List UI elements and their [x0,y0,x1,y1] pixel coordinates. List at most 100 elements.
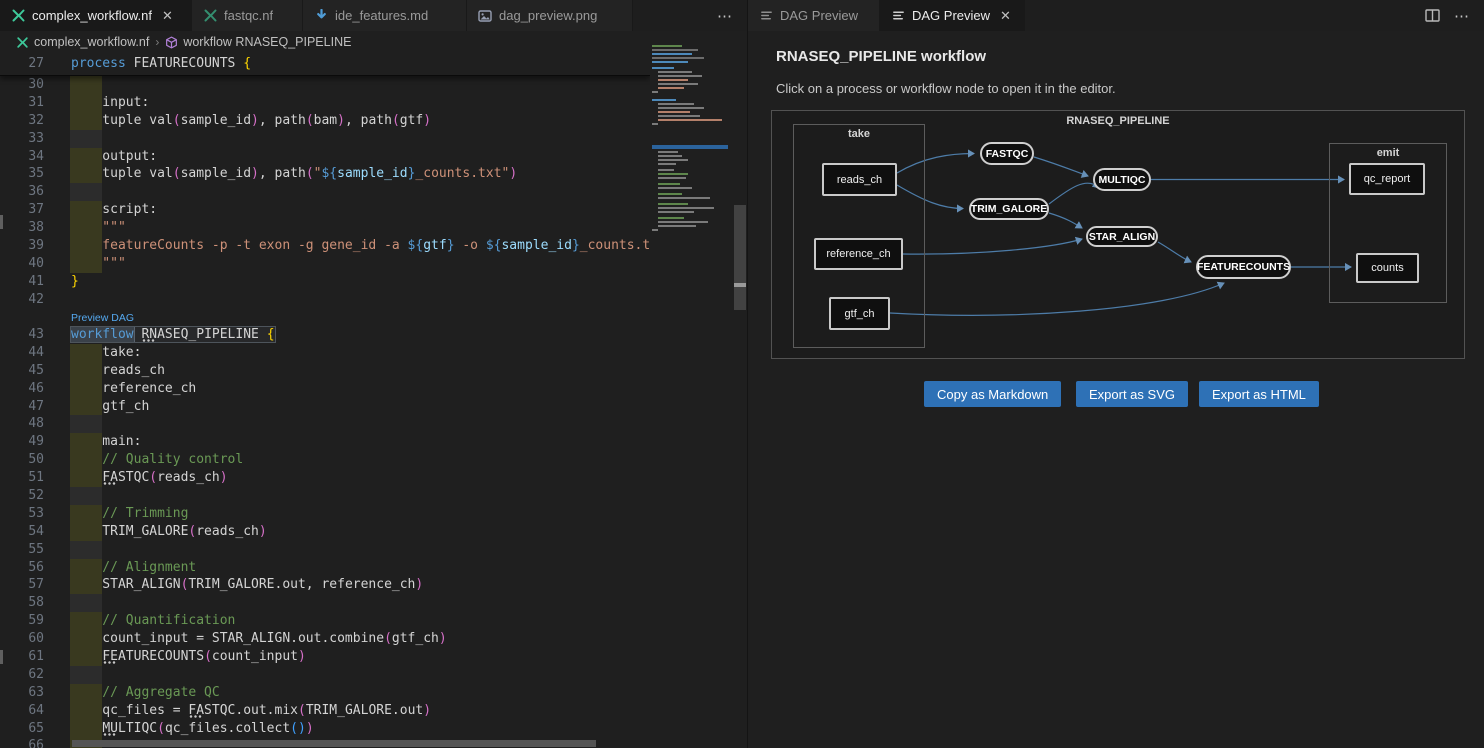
tab-label: DAG Preview [780,8,858,23]
code-line-40[interactable]: 40 """ [0,255,650,273]
code-line-51[interactable]: 51 FASTQC(reads_ch) [0,469,650,487]
code-line-27[interactable]: 27process FEATURECOUNTS { [0,53,650,75]
code-line-45[interactable]: 45 reads_ch [0,362,650,380]
node-trim-galore[interactable]: TRIM_GALORE [969,198,1049,220]
tab-fastqc[interactable]: fastqc.nf [192,0,303,31]
code-line-30[interactable]: 30 [0,76,650,94]
code-line-53[interactable]: 53 // Trimming [0,505,650,523]
indent-highlight [70,415,102,433]
indent-highlight [70,666,102,684]
line-number: 45 [0,362,44,380]
line-number: 31 [0,94,44,112]
node-star-align[interactable]: STAR_ALIGN [1086,226,1158,247]
code-line-61[interactable]: 61 FEATURECOUNTS(count_input) [0,648,650,666]
line-number: 64 [0,702,44,720]
indent-highlight [70,594,102,612]
close-icon[interactable]: ✕ [162,8,173,24]
horizontal-scrollbar[interactable] [72,740,596,747]
code-line-47[interactable]: 47 gtf_ch [0,398,650,416]
line-number: 37 [0,201,44,219]
copy-markdown-button[interactable]: Copy as Markdown [924,381,1061,407]
code-line-58[interactable]: 58 [0,594,650,612]
line-number: 32 [0,112,44,130]
node-reference-ch[interactable]: reference_ch [814,238,903,270]
code-line-46[interactable]: 46 reference_ch [0,380,650,398]
node-gtf-ch[interactable]: gtf_ch [829,297,890,330]
tab-label: fastqc.nf [224,8,273,23]
code-line-33[interactable]: 33 [0,130,650,148]
code-line-39[interactable]: 39 featureCounts -p -t exon -g gene_id -… [0,237,650,255]
sticky-scroll-header[interactable]: 27process FEATURECOUNTS { [0,53,650,76]
node-reads-ch[interactable]: reads_ch [822,163,897,196]
tab-complex-workflow[interactable]: complex_workflow.nf ✕ [0,0,192,31]
editor-tabbar: complex_workflow.nf ✕ fastqc.nf ide_feat… [0,0,747,31]
tab-label: DAG Preview [912,8,990,23]
code-line-60[interactable]: 60 count_input = STAR_ALIGN.out.combine(… [0,630,650,648]
code-rows: 3031 input:32 tuple val(sample_id), path… [0,76,650,748]
breadcrumb-file[interactable]: complex_workflow.nf [16,35,149,49]
preview-icon [890,8,906,24]
codelens-preview-dag[interactable]: Preview DAG [71,310,134,326]
close-icon[interactable]: ✕ [1000,8,1011,24]
line-number: 38 [0,219,44,237]
code-line-56[interactable]: 56 // Alignment [0,559,650,577]
code-line-63[interactable]: 63 // Aggregate QC [0,684,650,702]
code-line-57[interactable]: 57 STAR_ALIGN(TRIM_GALORE.out, reference… [0,576,650,594]
node-multiqc[interactable]: MULTIQC [1093,168,1151,191]
line-number: 34 [0,148,44,166]
code-editor[interactable]: 3031 input:32 tuple val(sample_id), path… [0,53,650,748]
code-line-62[interactable]: 62 [0,666,650,684]
tab-dag-preview-1[interactable]: DAG Preview [748,0,880,31]
code-line-36[interactable]: 36 [0,183,650,201]
code-line-37[interactable]: 37 script: [0,201,650,219]
node-fastqc[interactable]: FASTQC [980,142,1034,165]
scrollbar-thumb[interactable] [734,205,746,310]
code-line-59[interactable]: 59 // Quantification [0,612,650,630]
code-line-32[interactable]: 32 tuple val(sample_id), path(bam), path… [0,112,650,130]
tab-ide-features[interactable]: ide_features.md [303,0,467,31]
code-line-35[interactable]: 35 tuple val(sample_id), path("${sample_… [0,165,650,183]
node-qc-report[interactable]: qc_report [1349,163,1425,195]
code-line-31[interactable]: 31 input: [0,94,650,112]
code-line-34[interactable]: 34 output: [0,148,650,166]
line-number: 53 [0,505,44,523]
code-line-50[interactable]: 50 // Quality control [0,451,650,469]
minimap[interactable] [650,40,733,730]
breadcrumb-symbol[interactable]: workflow RNASEQ_PIPELINE [165,35,351,49]
tab-label: complex_workflow.nf [32,8,152,23]
export-svg-button[interactable]: Export as SVG [1076,381,1188,407]
preview-icon [758,8,774,24]
code-line-38[interactable]: 38 """ [0,219,650,237]
node-counts[interactable]: counts [1356,253,1419,283]
symbol-cube-icon [165,36,178,49]
line-number: 35 [0,165,44,183]
line-number: 51 [0,469,44,487]
image-icon [477,8,493,24]
code-line-41[interactable]: 41} [0,273,650,291]
code-line-65[interactable]: 65 MULTIQC(qc_files.collect()) [0,720,650,738]
code-line-54[interactable]: 54 TRIM_GALORE(reads_ch) [0,523,650,541]
node-featurecounts[interactable]: FEATURECOUNTS [1196,255,1291,279]
code-line-64[interactable]: 64 qc_files = FASTQC.out.mix(TRIM_GALORE… [0,702,650,720]
split-editor-icon[interactable] [1425,9,1440,22]
gutter-decoration [0,215,3,229]
line-number: 66 [0,737,44,748]
more-actions-icon[interactable]: ⋯ [1454,7,1470,25]
vertical-scrollbar[interactable] [733,0,747,748]
code-line-48[interactable]: 48 [0,415,650,433]
code-line-42[interactable]: 42 [0,291,650,309]
line-number: 40 [0,255,44,273]
nextflow-icon [16,36,29,49]
code-line-49[interactable]: 49 main: [0,433,650,451]
line-number: 27 [0,53,44,75]
page-title: RNASEQ_PIPELINE workflow [776,48,986,65]
code-line-55[interactable]: 55 [0,541,650,559]
code-line-52[interactable]: 52 [0,487,650,505]
breadcrumb: complex_workflow.nf › workflow RNASEQ_PI… [0,31,747,53]
export-html-button[interactable]: Export as HTML [1199,381,1319,407]
code-line-43[interactable]: 43workflow RNASEQ_PIPELINE { [0,326,650,344]
tab-dag-preview-2[interactable]: DAG Preview ✕ [880,0,1025,31]
code-line-44[interactable]: 44 take: [0,344,650,362]
tab-dag-preview-png[interactable]: dag_preview.png [467,0,633,31]
more-actions-icon[interactable]: ⋯ [717,7,733,25]
